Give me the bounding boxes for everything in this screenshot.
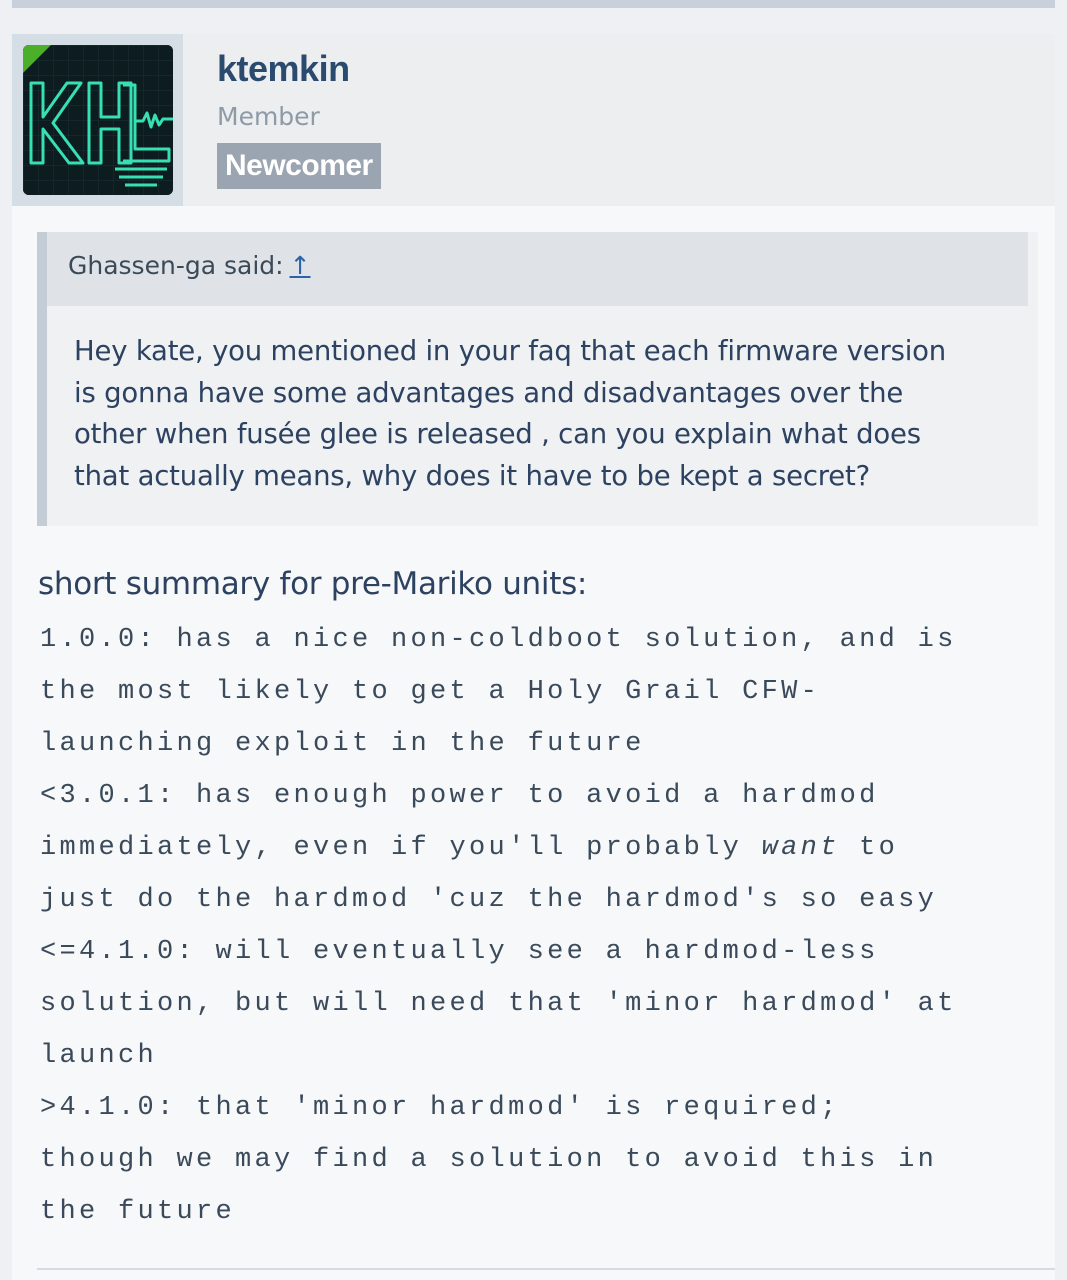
jump-to-quote-icon[interactable]: ↑	[290, 251, 311, 280]
summary-line: <=4.1.0: will eventually see a hardmod-l…	[40, 937, 879, 967]
summary-line: immediately, even if you'll probably wan…	[40, 822, 1050, 874]
top-divider	[12, 0, 1055, 8]
user-banner-badge: Newcomer	[217, 143, 381, 189]
summary-line: solution, but will need that 'minor hard…	[40, 989, 957, 1019]
avatar[interactable]	[23, 45, 173, 195]
quote-line: other when fusée glee is released , can …	[74, 418, 921, 450]
summary-line: the most likely to get a Holy Grail CFW-	[40, 677, 821, 707]
summary-heading: short summary for pre-Mariko units:	[38, 566, 588, 602]
summary-line: launching exploit in the future	[40, 729, 645, 759]
username-link[interactable]: ktemkin	[217, 48, 350, 90]
forum-post: ktemkin Member Newcomer Ghassen-ga said:…	[12, 34, 1055, 1280]
summary-line: >4.1.0: that 'minor hardmod' is required…	[40, 1093, 840, 1123]
avatar-frame	[12, 34, 183, 206]
user-title: Member	[217, 102, 320, 131]
post-footer-divider	[37, 1268, 1055, 1270]
quote-line: Hey kate, you mentioned in your faq that…	[74, 335, 947, 367]
quote-content: Hey kate, you mentioned in your faq that…	[74, 331, 1009, 497]
summary-line-pre: immediately, even if you'll probably	[40, 833, 762, 863]
avatar-khl-logo-icon	[23, 45, 173, 195]
summary-line: 1.0.0: has a nice non-coldboot solution,…	[40, 625, 957, 655]
summary-line: <3.0.1: has enough power to avoid a hard…	[40, 781, 879, 811]
summary-code-text: 1.0.0: has a nice non-coldboot solution,…	[40, 614, 1050, 1238]
summary-line: launch	[40, 1041, 158, 1071]
quote-block: Ghassen-ga said: ↑ Hey kate, you mentione…	[37, 232, 1038, 526]
post-user-header: ktemkin Member Newcomer	[12, 34, 1055, 206]
summary-line: just do the hardmod 'cuz the hardmod's s…	[40, 885, 938, 915]
summary-line-post: to	[839, 833, 899, 863]
summary-line-emphasis: want	[761, 833, 840, 863]
quote-header: Ghassen-ga said: ↑	[47, 232, 1028, 306]
summary-line: though we may find a solution to avoid t…	[40, 1145, 938, 1175]
quote-line: is gonna have some advantages and disadv…	[74, 376, 904, 409]
quote-author: Ghassen-ga said:	[68, 251, 284, 280]
quote-line: that actually means, why does it have to…	[74, 459, 870, 492]
summary-line: the future	[40, 1197, 236, 1227]
